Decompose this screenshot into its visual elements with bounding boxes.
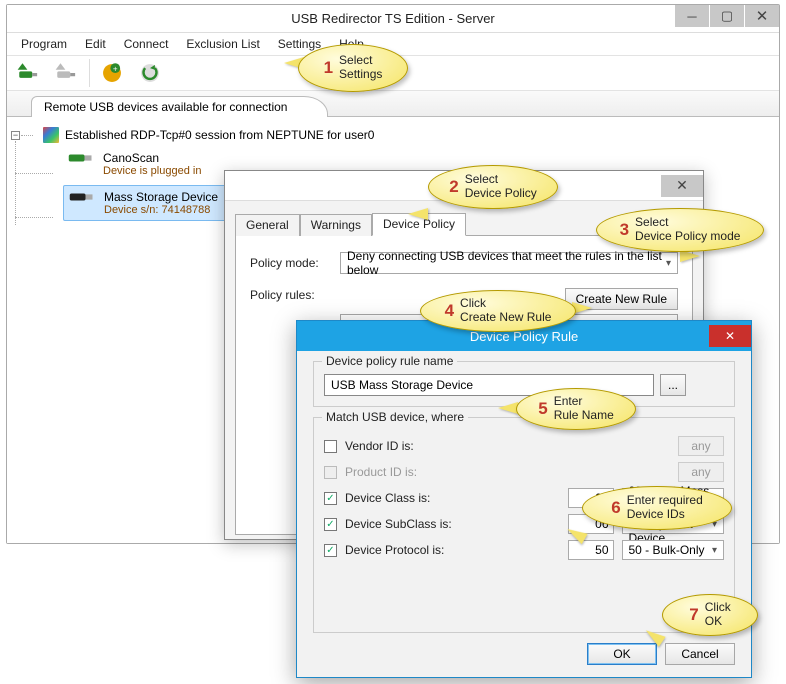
browse-button[interactable]: ...	[660, 374, 686, 396]
product-label: Product ID is:	[345, 465, 463, 479]
protocol-input[interactable]: 50	[568, 540, 614, 560]
tab-warnings[interactable]: Warnings	[300, 214, 372, 236]
checkbox-product: ✓	[324, 466, 337, 479]
window-controls: ─ ▢ ✕	[674, 5, 779, 27]
tree-session-row[interactable]: Established RDP-Tcp#0 session from NEPTU…	[43, 127, 771, 143]
tree-line	[21, 135, 33, 136]
callout-6: 6 Enter required Device IDs	[582, 486, 732, 530]
policy-mode-value: Deny connecting USB devices that meet th…	[347, 249, 666, 277]
close-button[interactable]: ✕	[745, 5, 779, 27]
class-label: Device Class is:	[345, 491, 463, 505]
session-label: Established RDP-Tcp#0 session from NEPTU…	[65, 128, 374, 142]
callout-pointer	[408, 208, 428, 220]
subclass-label: Device SubClass is:	[345, 517, 463, 531]
protocol-label: Device Protocol is:	[345, 543, 463, 557]
chevron-down-icon: ▾	[666, 258, 671, 269]
toolbar-disconnect-icon[interactable]	[49, 57, 85, 89]
minimize-button[interactable]: ─	[675, 5, 709, 27]
device-status: Device is plugged in	[103, 165, 201, 177]
callout-pointer	[498, 402, 518, 414]
device-name: CanoScan	[103, 151, 201, 165]
product-input: any	[678, 462, 724, 482]
rule-name-group-label: Device policy rule name	[322, 354, 457, 368]
callout-1: 1 Select Settings	[298, 44, 408, 92]
policy-mode-label: Policy mode:	[250, 256, 330, 270]
policy-mode-select[interactable]: Deny connecting USB devices that meet th…	[340, 252, 678, 274]
ok-button[interactable]: OK	[587, 643, 657, 665]
usb-icon	[68, 190, 96, 204]
rule-name-value: USB Mass Storage Device	[331, 378, 473, 392]
checkbox-vendor[interactable]: ✓	[324, 440, 337, 453]
menu-edit[interactable]: Edit	[77, 35, 114, 53]
policy-rules-label: Policy rules:	[250, 288, 330, 302]
settings-close-button[interactable]: ✕	[661, 175, 703, 197]
tree-line	[15, 217, 53, 218]
toolbar-connect-icon[interactable]	[11, 57, 47, 89]
menu-exclusion-list[interactable]: Exclusion List	[178, 35, 267, 53]
main-tab-strip: Remote USB devices available for connect…	[7, 91, 779, 117]
row-product-id: ✓ Product ID is: any	[324, 462, 724, 482]
titlebar: USB Redirector TS Edition - Server ─ ▢ ✕	[7, 5, 779, 33]
device-name: Mass Storage Device	[104, 190, 218, 204]
dialog-buttons: OK Cancel	[313, 643, 735, 665]
tree-line	[15, 173, 53, 174]
tab-general[interactable]: General	[235, 214, 300, 236]
row-device-protocol: ✓ Device Protocol is: 50 50 - Bulk-Only▾	[324, 540, 724, 560]
callout-5: 5 Enter Rule Name	[516, 388, 636, 430]
cancel-button[interactable]: Cancel	[665, 643, 735, 665]
tree-device-mass-storage[interactable]: Mass Storage Device Device s/n: 74148788	[63, 185, 243, 221]
callout-4: 4 Click Create New Rule	[420, 290, 576, 332]
maximize-button[interactable]: ▢	[710, 5, 744, 27]
vendor-input: any	[678, 436, 724, 456]
callout-3: 3 Select Device Policy mode	[596, 208, 764, 252]
tab-remote-devices[interactable]: Remote USB devices available for connect…	[31, 96, 328, 117]
windows-icon	[43, 127, 59, 143]
row-vendor-id: ✓ Vendor ID is: any	[324, 436, 724, 456]
protocol-combo[interactable]: 50 - Bulk-Only▾	[622, 540, 725, 560]
chevron-down-icon: ▾	[712, 545, 717, 556]
vendor-label: Vendor ID is:	[345, 439, 463, 453]
menu-program[interactable]: Program	[13, 35, 75, 53]
menu-connect[interactable]: Connect	[116, 35, 177, 53]
toolbar-separator	[89, 59, 90, 87]
svg-text:+: +	[113, 64, 118, 73]
callout-7: 7 Click OK	[662, 594, 758, 636]
checkbox-protocol[interactable]: ✓	[324, 544, 337, 557]
tree-line	[15, 141, 16, 225]
checkbox-class[interactable]: ✓	[324, 492, 337, 505]
toolbar-refresh-icon[interactable]	[132, 57, 168, 89]
toolbar-add-icon[interactable]: +	[94, 57, 130, 89]
window-title: USB Redirector TS Edition - Server	[291, 11, 495, 26]
checkbox-subclass[interactable]: ✓	[324, 518, 337, 531]
match-group-label: Match USB device, where	[322, 410, 468, 424]
device-status: Device s/n: 74148788	[104, 204, 218, 216]
tree-collapse-icon[interactable]: −	[11, 131, 20, 140]
usb-icon	[67, 151, 95, 165]
callout-2: 2 Select Device Policy	[428, 165, 558, 209]
